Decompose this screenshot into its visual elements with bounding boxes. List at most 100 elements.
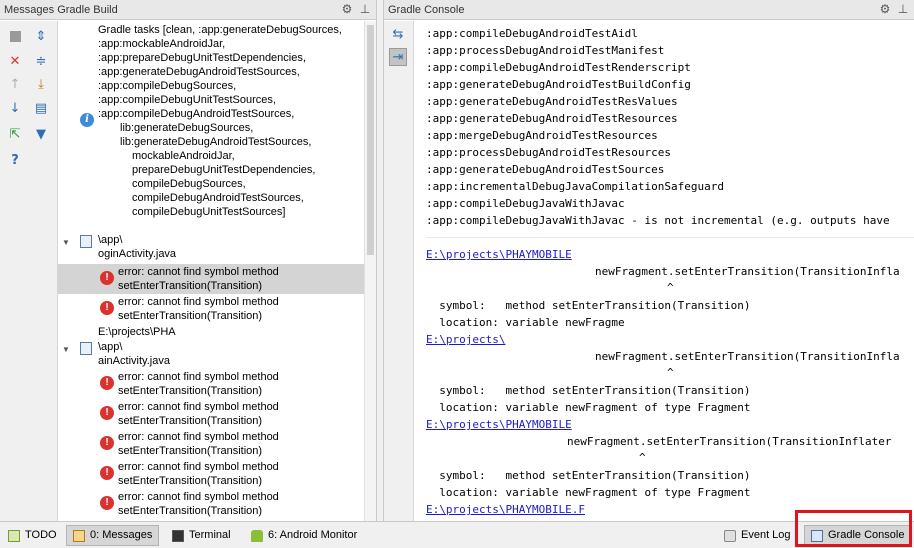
task-line: :app:generateDebugAndroidTestSources, — [98, 66, 300, 78]
task-line: :app:mockableAndroidJar, — [98, 38, 226, 50]
java-file-icon — [80, 342, 92, 355]
messages-tree: i Gradle tasks [clean, :app:generateDebu… — [58, 21, 364, 521]
console-line: :app:compileDebugJavaWithJavac - is not … — [426, 214, 890, 227]
gradle-console-header: Gradle Console ⚙ ⊥ — [384, 0, 914, 20]
error-file-link[interactable]: E:\projects\PHAYMOBILE — [426, 416, 572, 433]
file-node[interactable]: ▼ \app\ oginActivity.java — [58, 233, 364, 261]
error-detail: setEnterTransition(Transition) — [118, 445, 263, 457]
tab-gradle-console-label: Gradle Console — [828, 529, 905, 541]
error-text: error: cannot find symbol method — [118, 296, 279, 308]
messages-panel: Messages Gradle Build ⚙ ⊥ ⇕ ✕ ≑ ↑ ⤓ ↓ ▤ … — [0, 0, 377, 521]
expand-arrow-icon[interactable]: ▼ — [62, 345, 70, 354]
console-location-line: location: variable newFragment of type F… — [426, 486, 751, 499]
messages-panel-title: Messages Gradle Build — [4, 3, 118, 16]
error-detail: setEnterTransition(Transition) — [118, 310, 263, 322]
expand-arrow-icon[interactable]: ▼ — [62, 238, 70, 247]
file-name: ainActivity.java — [98, 355, 170, 367]
error-file-link[interactable]: E:\projects\ — [426, 331, 505, 348]
tab-android-monitor[interactable]: 6: Android Monitor — [245, 525, 363, 546]
settings-gear-icon[interactable]: ⚙ — [878, 2, 892, 16]
next-arrow-icon[interactable]: ↓ — [6, 99, 24, 117]
file-name: oginActivity.java — [98, 248, 177, 260]
error-file-link[interactable]: E:\projects\PHAYMOBILE — [426, 246, 572, 263]
open-source-icon[interactable]: ⇱ — [6, 125, 24, 143]
error-detail: setEnterTransition(Transition) — [118, 505, 263, 517]
gradle-console-title: Gradle Console — [388, 3, 465, 16]
tab-event-log[interactable]: Event Log — [718, 525, 797, 546]
tool-window-bar: TODO 0: Messages Terminal 6: Android Mon… — [0, 521, 914, 548]
task-line: compileDebugSources, — [132, 178, 246, 190]
file-node[interactable]: ▼ \app\ ainActivity.java — [58, 340, 364, 368]
console-line: :app:generateDebugAndroidTestResValues — [426, 95, 678, 108]
tab-terminal[interactable]: Terminal — [166, 525, 237, 546]
terminal-icon — [172, 529, 184, 542]
error-icon: ! — [100, 271, 114, 285]
console-line: :app:mergeDebugAndroidTestResources — [426, 129, 658, 142]
android-icon — [251, 529, 263, 542]
console-line: :app:compileDebugAndroidTestAidl — [426, 27, 638, 40]
console-line: :app:processDebugAndroidTestManifest — [426, 44, 665, 57]
task-line: :app:compileDebugSources, — [98, 80, 237, 92]
error-detail: setEnterTransition(Transition) — [118, 475, 263, 487]
console-line: :app:generateDebugAndroidTestSources — [426, 163, 665, 176]
error-message[interactable]: ! error: cannot find symbol method setEn… — [58, 264, 364, 294]
error-text: error: cannot find symbol method — [118, 371, 279, 383]
soft-wrap-icon[interactable]: ⇆ — [389, 25, 407, 43]
task-line: lib:generateDebugAndroidTestSources, — [120, 136, 312, 148]
console-toolbar: ⇆ ⇥ — [384, 21, 414, 521]
messages-panel-header: Messages Gradle Build ⚙ ⊥ — [0, 0, 376, 20]
error-icon: ! — [100, 466, 114, 480]
task-line: Gradle tasks [clean, :app:generateDebugS… — [98, 24, 342, 36]
error-message[interactable]: ! error: cannot find symbol method setEn… — [58, 459, 364, 489]
messages-scrollbar[interactable] — [364, 21, 376, 521]
help-icon[interactable]: ? — [6, 151, 24, 169]
hide-panel-icon[interactable]: ⊥ — [896, 2, 910, 16]
collapse-all-icon[interactable]: ≑ — [32, 52, 50, 70]
gradle-console-icon — [811, 529, 823, 542]
hide-panel-icon[interactable]: ⊥ — [358, 2, 372, 16]
error-message[interactable]: ! error: cannot find symbol method setEn… — [58, 369, 364, 399]
stop-icon[interactable] — [6, 27, 24, 45]
tab-android-monitor-label: 6: Android Monitor — [268, 529, 358, 541]
scroll-to-end-icon[interactable]: ⇥ — [389, 48, 407, 66]
caret-marker: ^ — [667, 281, 674, 294]
error-message[interactable]: ! error: cannot find symbol method setEn… — [58, 294, 364, 324]
error-detail: setEnterTransition(Transition) — [118, 280, 263, 292]
event-log-icon — [724, 529, 736, 542]
messages-toolbar: ⇕ ✕ ≑ ↑ ⤓ ↓ ▤ ⇱ ▼ ? — [0, 21, 58, 521]
tab-todo[interactable]: TODO — [2, 525, 63, 546]
info-icon: i — [80, 113, 94, 127]
error-message[interactable]: ! error: cannot find symbol method setEn… — [58, 489, 364, 519]
error-icon: ! — [100, 301, 114, 315]
console-line: :app:generateDebugAndroidTestBuildConfig — [426, 78, 691, 91]
error-file-link[interactable]: E:\projects\PHAYMOBILE.F — [426, 501, 585, 518]
todo-icon — [8, 529, 20, 542]
file-path: \app\ — [98, 234, 123, 246]
console-line: :app:incrementalDebugJavaCompilationSafe… — [426, 180, 725, 193]
error-text: error: cannot find symbol method — [118, 401, 279, 413]
tab-messages[interactable]: 0: Messages — [66, 525, 160, 546]
console-location-line: location: variable newFragment of type F… — [426, 401, 751, 414]
console-code-line: newFragment.setEnterTransition(Transitio… — [595, 350, 900, 363]
previous-arrow-icon[interactable]: ↑ — [6, 75, 24, 93]
close-icon[interactable]: ✕ — [6, 52, 24, 70]
error-message[interactable]: ! error: cannot find symbol method setEn… — [58, 429, 364, 459]
filter-icon[interactable]: ▼ — [32, 125, 50, 143]
expand-all-icon[interactable]: ⇕ — [32, 27, 50, 45]
export-icon[interactable]: ⤓ — [32, 75, 50, 93]
error-message[interactable]: ! error: cannot find symbol method setEn… — [58, 399, 364, 429]
file-path: \app\ — [98, 341, 123, 353]
task-line: :app:prepareDebugUnitTestDependencies, — [98, 52, 306, 64]
scrollbar-thumb[interactable] — [367, 25, 374, 255]
console-location-line: location: variable newFragme — [426, 316, 625, 329]
path-line: E:\projects\PHA — [98, 326, 176, 338]
task-line: compileDebugUnitTestSources] — [132, 206, 286, 218]
error-detail: setEnterTransition(Transition) — [118, 385, 263, 397]
error-icon: ! — [100, 436, 114, 450]
task-line: :app:compileDebugAndroidTestSources, — [98, 108, 295, 120]
preview-icon[interactable]: ▤ — [32, 99, 50, 117]
settings-gear-icon[interactable]: ⚙ — [340, 2, 354, 16]
error-icon: ! — [100, 406, 114, 420]
tab-gradle-console[interactable]: Gradle Console — [804, 525, 912, 546]
task-line: :app:compileDebugUnitTestSources, — [98, 94, 276, 106]
